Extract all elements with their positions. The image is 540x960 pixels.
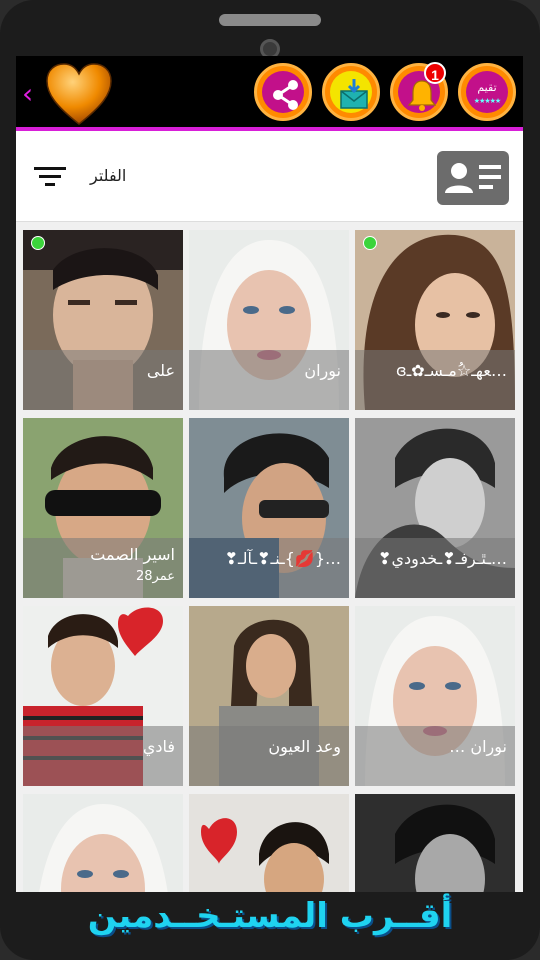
rate-stars-icon: ★★★★★ [473,97,501,105]
user-name-band [355,538,515,598]
phone-frame: ‹ 1 تقيم ★★★★★ الفلتر على نوران …ﻌﻬـ☆ُمـ… [0,0,540,960]
user-name: وعد العيون [268,737,341,756]
share-icon [273,80,298,110]
user-card[interactable]: على [23,230,183,410]
user-age: 28عمر [136,569,175,584]
filter-lines-icon[interactable] [34,165,66,189]
user-photo [23,794,183,892]
rate-app-label: تقيم [477,81,497,94]
mail-download-icon [340,79,368,109]
filter-bar: الفلتر [16,131,523,222]
share-button[interactable] [254,63,312,121]
user-card[interactable]: نوران [189,230,349,410]
chevron-left-icon[interactable]: ‹ [22,80,33,108]
rate-app-button[interactable]: تقيم ★★★★★ [458,63,516,121]
online-status-dot [31,236,45,250]
online-status-dot [363,236,377,250]
user-name-band [23,350,183,410]
user-card[interactable] [23,794,183,892]
user-name-band [23,726,183,786]
users-grid: على نوران …ﻌﻬـ☆ُمـسـ✿ـɞ اسير الصمت 28عمر… [16,222,523,892]
user-name: …{💋}ـنـ❣ـآلـ❣ [224,549,341,568]
user-card[interactable]: فادي [23,606,183,786]
user-card[interactable] [355,794,515,892]
user-name: على [146,361,175,380]
filter-label[interactable]: الفلتر [90,166,126,185]
id-card-icon[interactable] [437,151,509,205]
user-name-band [189,726,349,786]
messages-button[interactable] [322,63,380,121]
user-name: نوران … [449,737,507,756]
user-card[interactable]: اسير الصمت 28عمر [23,418,183,598]
user-card[interactable]: …{💋}ـنـ❣ـآلـ❣ [189,418,349,598]
app-screen: ‹ 1 تقيم ★★★★★ الفلتر على نوران …ﻌﻬـ☆ُمـ… [16,56,523,892]
rate-app-button-inner: تقيم ★★★★★ [466,71,508,113]
user-name: اسير الصمت [90,545,175,564]
user-card[interactable]: وعد العيون [189,606,349,786]
user-name: فادي [142,737,175,756]
user-card[interactable]: …ﻌﻬـ☆ُمـسـ✿ـɞ [355,230,515,410]
user-name: …ﻌﻬـ☆ُمـسـ✿ـɞ [395,361,507,380]
top-bar: ‹ 1 تقيم ★★★★★ [16,56,523,131]
user-name-band [355,726,515,786]
heart-icon[interactable] [44,60,114,130]
user-photo [189,794,349,892]
notification-count-badge: 1 [424,62,446,84]
user-card[interactable] [189,794,349,892]
user-card[interactable]: …ـﭥـرفـ❣ـخدودي❣ [355,418,515,598]
user-name-band [355,350,515,410]
nearest-users-title: أقــرب المستـخــدمين [87,896,453,936]
user-name-band [189,538,349,598]
speaker-grille [219,14,321,26]
user-card[interactable]: نوران … [355,606,515,786]
user-photo [355,794,515,892]
user-name: …ـﭥـرفـ❣ـخدودي❣ [378,549,507,568]
user-name-band [189,350,349,410]
user-name: نوران [304,361,341,380]
